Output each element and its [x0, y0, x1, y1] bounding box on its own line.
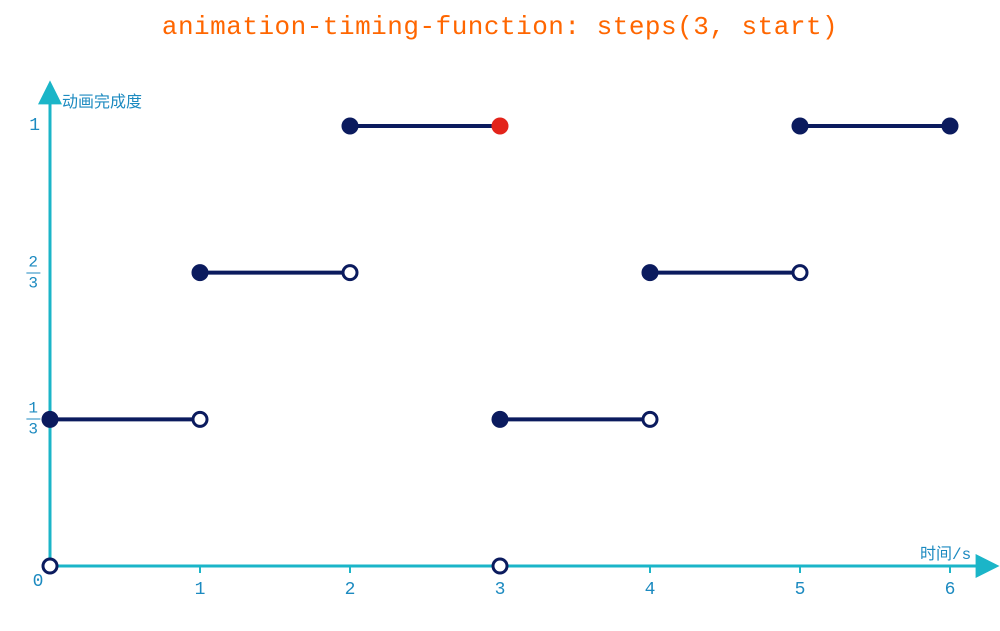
x-tick-label: 1 [195, 580, 206, 600]
open-point-icon [193, 412, 207, 426]
x-axis-label: 时间/s [920, 540, 971, 564]
closed-point-icon [43, 412, 57, 426]
closed-red-point-icon [493, 119, 507, 133]
open-point-icon [43, 559, 57, 573]
y-tick-label: 1 [29, 117, 40, 135]
x-tick-label: 4 [645, 580, 656, 600]
x-tick-label: 3 [495, 580, 506, 600]
closed-point-icon [793, 119, 807, 133]
closed-point-icon [493, 412, 507, 426]
x-tick-label: 5 [795, 580, 806, 600]
x-tick-label: 6 [945, 580, 956, 600]
open-point-icon [493, 559, 507, 573]
closed-point-icon [343, 119, 357, 133]
closed-point-icon [193, 266, 207, 280]
y-tick-label: 23 [26, 254, 40, 291]
open-point-icon [643, 412, 657, 426]
closed-point-icon [643, 266, 657, 280]
open-point-icon [793, 266, 807, 280]
closed-point-icon [943, 119, 957, 133]
y-tick-label: 13 [26, 401, 40, 438]
x-tick-label: 0 [33, 572, 44, 592]
chart-area: 时间/s 动画完成度 012345613231 [0, 0, 1000, 626]
x-tick-label: 2 [345, 580, 356, 600]
open-point-icon [343, 266, 357, 280]
y-axis-label: 动画完成度 [62, 88, 142, 112]
chart-svg [0, 0, 1000, 626]
